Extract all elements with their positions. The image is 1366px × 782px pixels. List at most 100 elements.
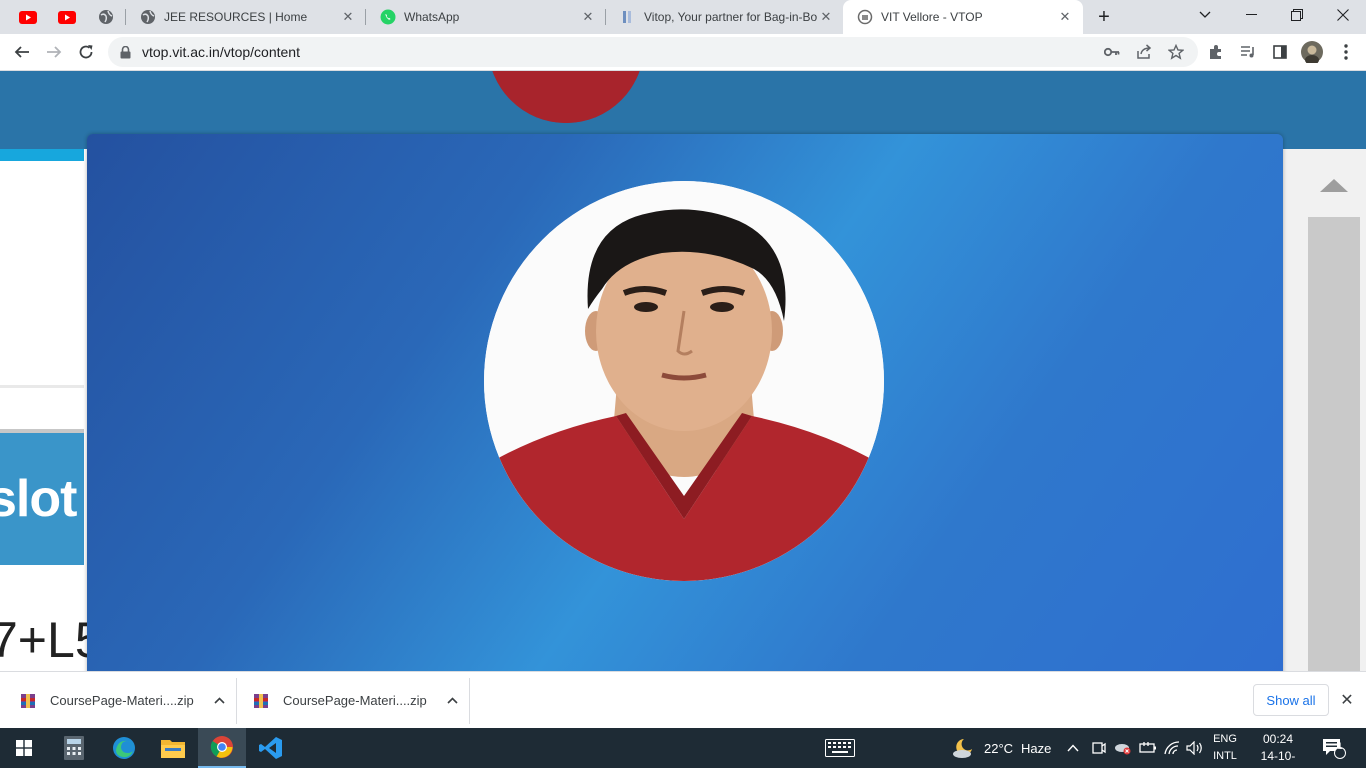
taskbar-chrome[interactable] [198, 728, 246, 768]
browser-toolbar: vtop.vit.ac.in/vtop/content [0, 34, 1366, 71]
close-icon [1337, 9, 1349, 21]
scrollbar-thumb[interactable] [1308, 217, 1360, 671]
close-tab-icon[interactable]: ✕ [1057, 9, 1073, 25]
edge-icon [113, 737, 135, 759]
download-item[interactable]: CoursePage-Materi....zip [20, 672, 228, 729]
password-key-button[interactable] [1098, 38, 1126, 66]
tray-wifi-icon[interactable] [1164, 728, 1180, 768]
battery-plug-icon [1139, 742, 1156, 753]
divider [469, 678, 470, 724]
action-center-button[interactable]: 1 [1322, 728, 1346, 768]
clock-date: 14-10-2022 [1260, 749, 1296, 780]
pinned-tab-youtube-1[interactable] [14, 6, 42, 28]
pinned-tab-globe[interactable] [92, 6, 120, 28]
taskbar-calculator[interactable] [50, 728, 98, 768]
tab-vit-vtop[interactable]: VIT Vellore - VTOP ✕ [843, 0, 1083, 34]
back-button[interactable] [8, 38, 36, 66]
profile-button[interactable] [1298, 38, 1326, 66]
tab-vitop[interactable]: Vitop, Your partner for Bag-in-Bo ✕ [606, 0, 844, 34]
touch-keyboard-button[interactable] [816, 728, 864, 768]
tray-onedrive-icon[interactable] [1114, 728, 1132, 768]
forward-arrow-icon [47, 46, 62, 58]
notification-count-badge: 1 [1337, 741, 1343, 751]
playlist-icon [1241, 46, 1254, 58]
close-tab-icon[interactable]: ✕ [340, 9, 356, 25]
lock-icon [120, 45, 134, 59]
bookmark-button[interactable] [1162, 38, 1190, 66]
tab-whatsapp[interactable]: WhatsApp ✕ [366, 0, 606, 34]
forward-button[interactable] [40, 38, 68, 66]
language-code: ENG [1213, 733, 1237, 745]
media-controls-button[interactable] [1234, 38, 1262, 66]
chrome-icon [210, 736, 233, 758]
reload-icon [79, 45, 93, 59]
profile-photo-modal [87, 134, 1283, 671]
more-vert-icon [1344, 44, 1348, 60]
keyboard-layout: INTL [1213, 750, 1237, 762]
tab-jee-resources[interactable]: JEE RESOURCES | Home ✕ [126, 0, 366, 34]
tray-power-icon[interactable] [1139, 728, 1157, 768]
cyan-accent-bar [0, 149, 84, 161]
menu-button[interactable] [1332, 38, 1360, 66]
extensions-button[interactable] [1202, 38, 1230, 66]
close-tab-icon[interactable]: ✕ [818, 9, 834, 25]
plus-icon: + [1098, 5, 1110, 28]
tray-volume-icon[interactable] [1186, 728, 1204, 768]
download-item[interactable]: CoursePage-Materi....zip [253, 672, 461, 729]
profile-photo [484, 181, 884, 581]
weather-temperature: 22°C [984, 740, 1014, 756]
minimize-button[interactable] [1228, 0, 1274, 30]
restore-button[interactable] [1274, 0, 1320, 30]
pinned-tab-youtube-2[interactable] [53, 6, 81, 28]
tab-title: Vitop, Your partner for Bag-in-Bo [644, 10, 818, 24]
chevron-up-icon [1067, 744, 1079, 752]
show-all-button[interactable]: Show all [1253, 684, 1329, 716]
start-button[interactable] [0, 728, 48, 768]
chevron-up-icon[interactable] [212, 693, 228, 709]
new-tab-button[interactable]: + [1090, 3, 1118, 31]
minimize-icon [1245, 14, 1257, 15]
download-filename: CoursePage-Materi....zip [50, 693, 194, 708]
scroll-up-arrow-icon[interactable] [1320, 179, 1348, 192]
globe-icon [99, 10, 113, 24]
address-bar[interactable]: vtop.vit.ac.in/vtop/content [108, 37, 1198, 67]
slot-label: slot [0, 470, 77, 528]
input-language-indicator[interactable]: ENG INTL [1211, 731, 1239, 765]
key-icon [1104, 47, 1120, 57]
close-icon: ✕ [1340, 692, 1354, 709]
url-text: vtop.vit.ac.in/vtop/content [142, 44, 300, 60]
weather-widget[interactable]: 22°C Haze [952, 728, 1051, 768]
vitop-icon [620, 9, 636, 25]
cloud-error-icon [1115, 744, 1131, 755]
wifi-icon [1164, 741, 1180, 755]
vit-icon [857, 9, 873, 25]
windows-taskbar: 22°C Haze ENG INTL 00:24 14-10-2022 1 [0, 728, 1366, 780]
globe-icon [140, 9, 156, 25]
close-downloads-button[interactable]: ✕ [1337, 690, 1357, 710]
tab-search-button[interactable] [1182, 0, 1228, 30]
show-hidden-icons-button[interactable] [1067, 728, 1079, 768]
close-tab-icon[interactable]: ✕ [580, 9, 596, 25]
zip-file-icon [21, 693, 35, 708]
close-window-button[interactable] [1320, 0, 1366, 30]
taskbar-file-explorer[interactable] [149, 728, 197, 768]
share-icon [1137, 44, 1152, 59]
download-filename: CoursePage-Materi....zip [283, 693, 427, 708]
tab-strip: JEE RESOURCES | Home ✕ WhatsApp ✕ Vitop,… [0, 0, 1366, 34]
clock-time: 00:24 [1262, 732, 1294, 746]
taskbar-edge[interactable] [100, 728, 148, 768]
share-button[interactable] [1130, 38, 1158, 66]
avatar [1301, 41, 1323, 63]
side-panel-button[interactable] [1266, 38, 1294, 66]
side-panel-icon [1273, 45, 1287, 59]
taskbar-vscode[interactable] [247, 728, 295, 768]
reload-button[interactable] [72, 38, 100, 66]
system-clock[interactable]: 00:24 14-10-2022 [1250, 731, 1306, 782]
tab-title: VIT Vellore - VTOP [881, 10, 983, 24]
chevron-up-icon[interactable] [445, 693, 461, 709]
tray-meet-icon[interactable] [1092, 728, 1106, 768]
calculator-icon [64, 736, 84, 760]
speaker-icon [1186, 741, 1202, 755]
downloads-bar: CoursePage-Materi....zip CoursePage-Mate… [0, 671, 1366, 728]
divider [236, 678, 237, 724]
